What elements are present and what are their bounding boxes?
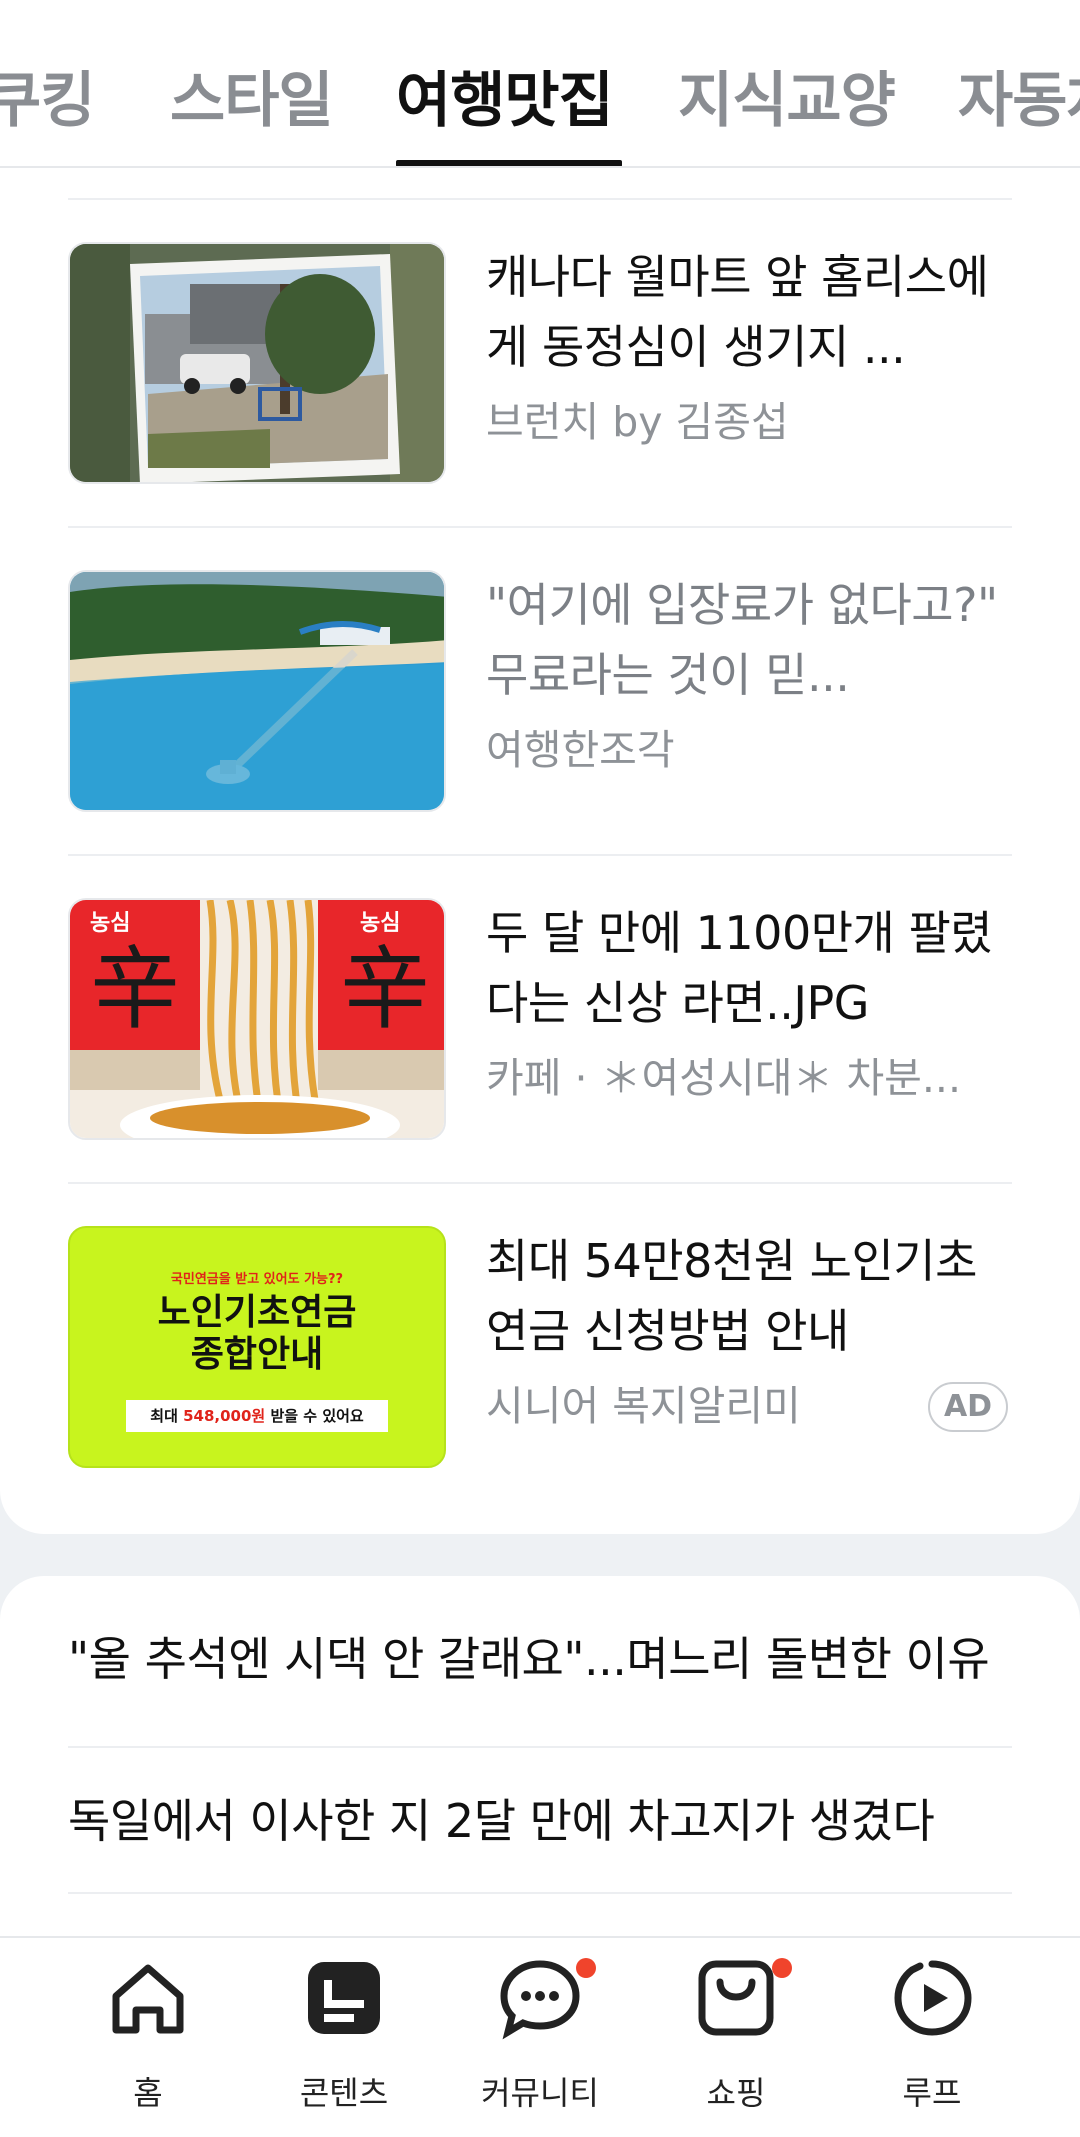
ramen-noodles-photo: 辛 辛 농심 농심: [68, 898, 446, 1140]
category-tabs: 쿠킹 스타일 여행맛집 지식교양 자동차: [0, 0, 1080, 168]
headline-list-item[interactable]: 독일에서 이사한 지 2달 만에 차고지가 생겼다: [68, 1748, 1012, 1894]
tab-cooking[interactable]: 쿠킹: [0, 52, 95, 139]
feed-item[interactable]: 辛 辛 농심 농심 두 달 만에 1100만개 팔렸다는 신상 라면..JPG …: [0, 864, 1080, 1192]
feed-item-title: 두 달 만에 1100만개 팔렸다는 신상 라면..JPG: [486, 906, 993, 1030]
tab-style[interactable]: 스타일: [170, 52, 334, 139]
tab-car[interactable]: 자동차: [958, 52, 1080, 139]
nav-community[interactable]: 커뮤니티: [460, 1956, 620, 2126]
ad-banner-bottom-suffix: 받을 수 있어요: [270, 1407, 364, 1425]
home-icon: [112, 1964, 184, 2034]
headline-list-card: "올 추석엔 시댁 안 갈래요"...며느리 돌변한 이유 독일에서 이사한 지…: [0, 1576, 1080, 1976]
feed-item[interactable]: "여기에 입장료가 없다고?" 무료라는 것이 믿... 여행한조각: [0, 536, 1080, 864]
ad-banner-bottom-pill: 최대 548,000원 받을 수 있어요: [126, 1400, 388, 1432]
nav-label: 쇼핑: [706, 2074, 766, 2112]
parking-lot-photo: [68, 242, 446, 484]
nav-home[interactable]: 홈: [68, 1956, 228, 2126]
tab-travel-food[interactable]: 여행맛집: [396, 52, 614, 139]
contents-icon: [308, 1962, 380, 2034]
loop-play-icon: [894, 1960, 972, 2036]
ramen-brand-left: 농심: [90, 911, 130, 936]
divider: [68, 198, 1012, 200]
ad-banner-top-text: 국민연금을 받고 있어도 가능??: [170, 1272, 344, 1287]
community-chat-icon: [500, 1960, 580, 2040]
ad-banner-amount: 548,000원: [183, 1407, 266, 1425]
ad-banner-headline-1: 노인기초연금: [157, 1292, 357, 1333]
nav-label: 홈: [133, 2074, 163, 2112]
headline-list-item[interactable]: "올 추석엔 시댁 안 갈래요"...며느리 돌변한 이유: [68, 1586, 1012, 1732]
active-tab-indicator: [396, 160, 622, 166]
ramen-char-left: 辛: [90, 937, 180, 1042]
divider: [68, 1892, 1012, 1894]
divider: [68, 1182, 1012, 1184]
ramen-char-right: 辛: [340, 937, 430, 1042]
feed-item-ad[interactable]: 국민연금을 받고 있어도 가능?? 노인기초연금 종합안내 최대 548,000…: [0, 1192, 1080, 1520]
feed-card: 캐나다 월마트 앞 홈리스에게 동정심이 생기지 ... 브런치 by 김종섭: [0, 168, 1080, 1534]
divider: [68, 854, 1012, 856]
beach-pier-photo: [68, 570, 446, 812]
ad-badge: AD: [928, 1382, 1008, 1432]
nav-loop[interactable]: 루프: [852, 1956, 1012, 2126]
nav-label: 루프: [902, 2074, 962, 2112]
feed-item[interactable]: 캐나다 월마트 앞 홈리스에게 동정심이 생기지 ... 브런치 by 김종섭: [0, 208, 1080, 536]
tab-knowledge[interactable]: 지식교양: [678, 52, 896, 139]
nav-contents[interactable]: 콘텐츠: [264, 1956, 424, 2126]
nav-label: 콘텐츠: [299, 2074, 389, 2112]
nav-shopping[interactable]: 쇼핑: [656, 1956, 816, 2126]
feed-item-source: 카페 · ＊여성시대＊ 차분...: [486, 1054, 961, 1102]
feed-item-title: "여기에 입장료가 없다고?" 무료라는 것이 믿...: [486, 578, 998, 702]
ramen-brand-right: 농심: [360, 911, 400, 936]
bottom-navigation: 홈 콘텐츠 커뮤니티 쇼핑 루프: [0, 1936, 1080, 2137]
feed-item-source: 시니어 복지알리미: [486, 1382, 801, 1430]
ad-banner-bottom-prefix: 최대: [150, 1407, 178, 1425]
divider: [68, 526, 1012, 528]
app-screen: 쿠킹 스타일 여행맛집 지식교양 자동차: [0, 0, 1080, 2137]
feed-item-source: 브런치 by 김종섭: [486, 398, 789, 446]
nav-label: 커뮤니티: [481, 2074, 599, 2112]
notification-dot: [576, 1958, 596, 1978]
feed-item-source: 여행한조각: [486, 726, 675, 774]
ad-banner-headline-2: 종합안내: [190, 1334, 324, 1375]
feed-item-title: 캐나다 월마트 앞 홈리스에게 동정심이 생기지 ...: [486, 250, 989, 374]
feed-item-title: 최대 54만8천원 노인기초연금 신청방법 안내: [486, 1234, 977, 1358]
shopping-bag-icon: [698, 1960, 774, 2036]
pension-ad-banner: 국민연금을 받고 있어도 가능?? 노인기초연금 종합안내 최대 548,000…: [68, 1226, 446, 1468]
notification-dot: [772, 1958, 792, 1978]
